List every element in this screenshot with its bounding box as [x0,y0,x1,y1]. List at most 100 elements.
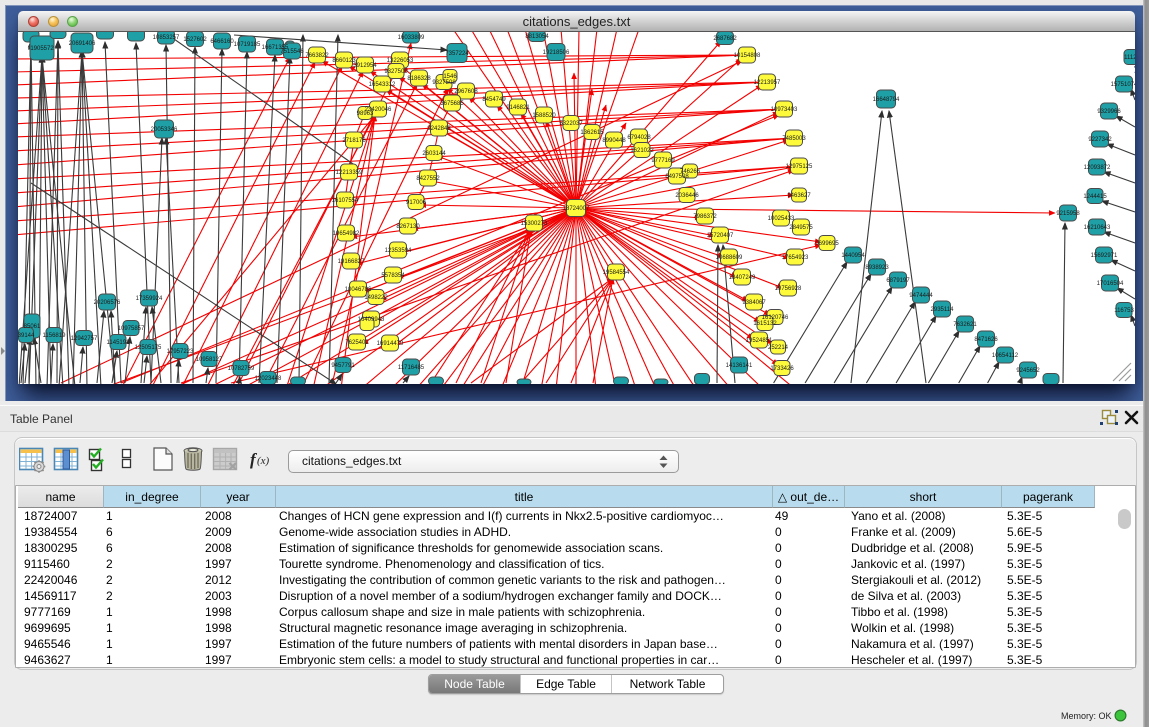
svg-text:5322037: 5322037 [559,121,583,127]
svg-text:12942757: 12942757 [71,336,98,342]
svg-text:8813054: 8813054 [525,34,549,40]
svg-text:9327508: 9327508 [432,80,456,86]
svg-text:9327509: 9327509 [384,69,408,75]
svg-text:2603144: 2603144 [422,151,446,157]
svg-text:2935114: 2935114 [931,307,955,313]
svg-text:10975857: 10975857 [118,326,145,332]
svg-text:16648794: 16648794 [873,97,900,103]
svg-text:16033809: 16033809 [398,35,425,41]
svg-text:12975125: 12975125 [786,164,813,170]
svg-text:11716485: 11716485 [398,365,425,371]
svg-text:12023448: 12023448 [255,376,282,382]
svg-text:1156819: 1156819 [43,333,67,339]
svg-text:13226053: 13226053 [387,58,414,64]
svg-text:12093872: 12093872 [1084,165,1111,171]
svg-text:85061: 85061 [24,324,41,330]
svg-text:1145191: 1145191 [107,340,131,346]
svg-text:98963: 98963 [357,111,374,117]
svg-text:7485003: 7485003 [782,136,806,142]
svg-text:1905572: 1905572 [30,46,54,52]
svg-text:20053346: 20053346 [151,127,178,133]
svg-text:12353594: 12353594 [385,248,412,254]
svg-text:9474444: 9474444 [909,293,933,299]
svg-text:10853257: 10853257 [153,35,180,41]
svg-text:19584554: 19584554 [603,270,630,276]
svg-text:9777169: 9777169 [651,158,675,164]
svg-text:11127: 11127 [1124,55,1135,61]
svg-text:20691406: 20691406 [69,41,96,47]
svg-text:2036446: 2036446 [675,193,699,199]
svg-text:10654112: 10654112 [992,353,1019,359]
svg-text:1362615: 1362615 [580,130,604,136]
svg-text:6794028: 6794028 [627,135,651,141]
svg-text:16543312: 16543312 [369,82,396,88]
svg-text:1588520: 1588520 [532,113,556,119]
svg-text:1621022: 1621022 [630,148,654,154]
svg-text:16107554: 16107554 [332,198,359,204]
svg-text:8186328: 8186328 [407,76,431,82]
svg-text:7515546: 7515546 [280,49,304,55]
svg-text:7357224: 7357224 [445,51,469,57]
svg-text:746266: 746266 [680,169,701,175]
svg-text:2687682: 2687682 [713,36,737,42]
svg-text:2967608: 2967608 [454,89,478,95]
svg-text:1440954: 1440954 [841,253,865,259]
svg-text:10154808: 10154808 [734,53,761,59]
svg-text:14136141: 14136141 [726,363,753,369]
svg-text:(x): (x) [257,455,270,467]
svg-text:9242848: 9242848 [427,126,451,132]
svg-text:252214: 252214 [768,345,789,351]
svg-text:9463627: 9463627 [787,193,811,199]
svg-text:10782759: 10782759 [228,366,255,372]
svg-text:15300273: 15300273 [521,221,548,227]
svg-text:8454749: 8454749 [482,97,506,103]
svg-text:1244415: 1244415 [1083,194,1107,200]
svg-text:10688609: 10688609 [716,255,743,261]
svg-text:10973403: 10973403 [771,107,798,113]
svg-text:917006: 917006 [406,200,427,206]
svg-text:8267130: 8267130 [396,224,420,230]
svg-text:6879197: 6879197 [886,278,910,284]
svg-text:9215958: 9215958 [1056,211,1080,217]
svg-text:9457791: 9457791 [331,363,355,369]
svg-text:9245652: 9245652 [1016,368,1040,374]
svg-text:18724007: 18724007 [563,206,590,212]
svg-text:1498222: 1498222 [364,295,388,301]
svg-text:6466160: 6466160 [210,39,234,45]
svg-text:17654923: 17654923 [782,255,809,261]
svg-text:17016504: 17016504 [1097,281,1124,287]
svg-text:10719185: 10719185 [234,42,261,48]
svg-text:10046786: 10046786 [345,287,372,293]
svg-text:8471626: 8471626 [974,337,998,343]
svg-text:12213359: 12213359 [336,170,363,176]
svg-text:8938923: 8938923 [865,265,889,271]
svg-text:15751074: 15751074 [1111,82,1135,88]
svg-text:1527602: 1527602 [183,37,207,43]
svg-text:10958127: 10958127 [196,357,223,363]
svg-text:1546: 1546 [443,74,457,80]
svg-text:19756928: 19756928 [775,286,802,292]
svg-text:12213957: 12213957 [754,80,781,86]
svg-text:7986372: 7986372 [693,214,717,220]
svg-text:15692971: 15692971 [1091,253,1118,259]
svg-text:19524851: 19524851 [746,338,773,344]
svg-text:10025433: 10025433 [768,216,795,222]
svg-text:15720407: 15720407 [707,233,734,239]
svg-text:19654982: 19654982 [333,231,360,237]
svg-text:39144: 39144 [18,333,35,339]
svg-text:9384067: 9384067 [742,300,766,306]
svg-text:1615132: 1615132 [753,321,777,327]
svg-text:16409948: 16409948 [358,317,385,323]
svg-text:7625402: 7625402 [345,340,369,346]
svg-text:2849575: 2849575 [789,225,813,231]
svg-text:20206576: 20206576 [94,300,121,306]
svg-text:5578354: 5578354 [381,273,405,279]
svg-text:9227342: 9227342 [1088,137,1112,143]
svg-text:116753: 116753 [1114,308,1134,314]
svg-text:1733426: 1733426 [770,366,794,372]
svg-text:7632621: 7632621 [953,322,977,328]
svg-text:9329966: 9329966 [1097,109,1121,115]
svg-text:18407249: 18407249 [729,275,756,281]
svg-text:16914479: 16914479 [377,341,404,347]
svg-text:3675685: 3675685 [440,101,464,107]
